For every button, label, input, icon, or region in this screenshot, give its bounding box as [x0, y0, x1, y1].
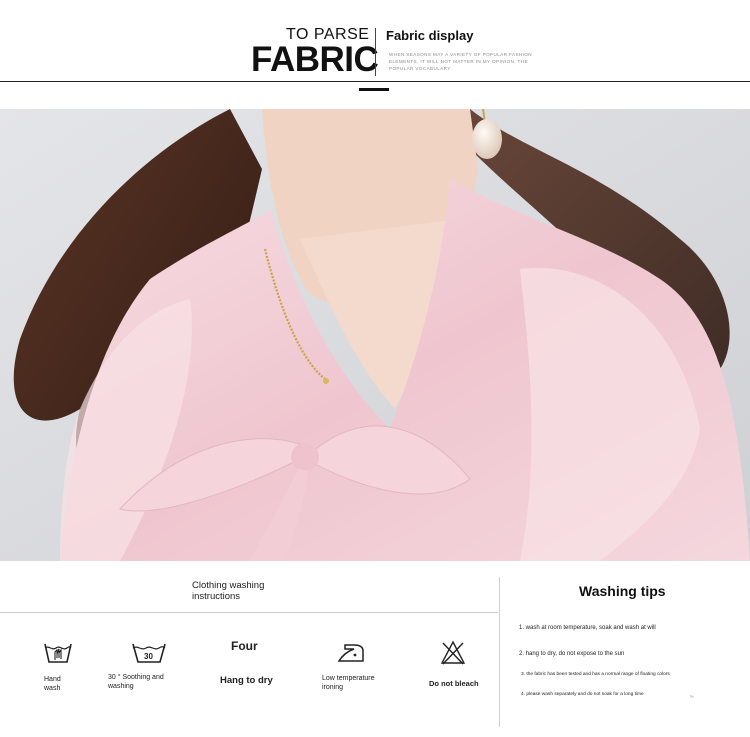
wash-30-label: 30 ° Soothing and washing [108, 674, 164, 690]
hand-wash-icon [43, 640, 73, 671]
iron-low-icon [336, 641, 366, 668]
do-not-bleach-label: Do not bleach [429, 679, 479, 688]
care-panel: Clothing washing instructions Hand wash … [0, 561, 750, 737]
blouse-illustration [0, 109, 750, 561]
four-text: Four [231, 639, 258, 653]
header-tagline: WHEN SEASONS MAY A VARIETY OF POPULAR FA… [389, 52, 532, 71]
header: TO PARSE FABRIC Fabric display WHEN SEAS… [0, 0, 750, 108]
fabric-title: FABRIC [251, 40, 379, 79]
care-divider-horizontal [0, 612, 498, 613]
fabric-display-label: Fabric display [386, 28, 474, 43]
tip-2: 2. hang to dry, do not expose to the sun [519, 651, 625, 657]
wash-30-text: 30 [144, 652, 153, 661]
tips-mark: ™ [689, 695, 694, 701]
hand-wash-label: Hand wash [44, 676, 61, 692]
iron-low-label: Low temperature ironing [322, 675, 375, 691]
care-title: Clothing washing instructions [192, 580, 265, 602]
tip-3: 3. the fabric has been tested and has a … [521, 672, 670, 677]
do-not-bleach-icon [440, 640, 466, 671]
tip-4: 4. please wash separately and do not soa… [521, 692, 644, 697]
care-divider-vertical [499, 577, 500, 727]
header-accent-bar [359, 88, 389, 91]
header-rule [0, 81, 750, 82]
product-photo [0, 109, 750, 561]
header-divider [375, 28, 376, 76]
tip-1: 1. wash at room temperature, soak and wa… [519, 625, 656, 631]
wash-30-icon: 30 [131, 641, 167, 670]
washing-tips-title: Washing tips [579, 583, 666, 599]
hang-to-dry-label: Hang to dry [220, 675, 273, 686]
